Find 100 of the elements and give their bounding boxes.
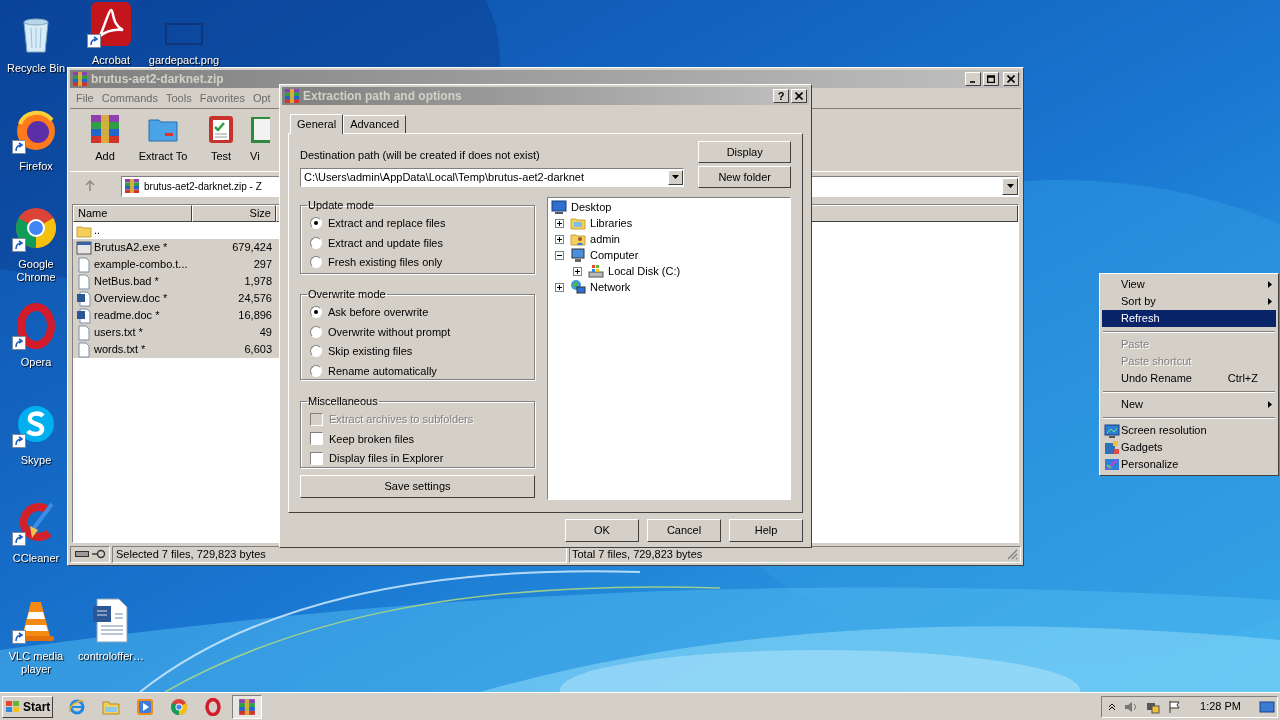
file-size: 1,978 <box>243 274 273 290</box>
dialog-button[interactable]: Cancel <box>647 519 721 542</box>
expand-icon[interactable] <box>555 282 564 292</box>
tree-item[interactable]: Desktop <box>571 198 612 216</box>
menu-item[interactable]: New <box>1102 396 1276 413</box>
group-title: Update mode <box>307 198 376 213</box>
menu-item[interactable]: Favorites <box>195 89 249 107</box>
file-icon <box>76 341 92 358</box>
menu-item[interactable]: Tools <box>162 89 196 107</box>
file-row[interactable]: users.txt * 49 <box>73 324 280 341</box>
option-label: Skip existing files <box>328 344 413 359</box>
dropdown-button[interactable] <box>1002 177 1018 195</box>
save-settings-button[interactable]: Save settings <box>300 475 535 498</box>
path-text: C:\Users\admin\AppData\Local\Temp\brutus-aet2-darknet <box>304 169 585 185</box>
dropdown-arrow-icon <box>672 175 680 179</box>
shortcut-text: Ctrl+Z <box>1227 371 1258 387</box>
tab[interactable]: General <box>290 114 344 134</box>
column-header[interactable]: Size <box>192 205 276 222</box>
menu-item[interactable]: Opt <box>248 89 275 107</box>
menu-item[interactable]: Screen resolution <box>1102 422 1276 439</box>
option-label: Fresh existing files only <box>328 255 443 270</box>
expand-icon[interactable] <box>555 218 564 228</box>
tree-item[interactable]: Libraries <box>590 214 633 232</box>
file-row[interactable]: NetBus.bad * 1,978 <box>73 273 280 290</box>
address-text: brutus-aet2-darknet.zip - Z <box>144 179 262 194</box>
chevron-up-icon[interactable] <box>1108 702 1117 711</box>
menu-item[interactable]: Commands <box>97 89 162 107</box>
column-header[interactable]: Name <box>73 205 192 222</box>
close-button[interactable] <box>1003 72 1019 86</box>
menu-item[interactable]: File <box>72 89 98 107</box>
menu-item[interactable]: Gadgets <box>1102 439 1276 456</box>
desktop-icon <box>551 199 567 215</box>
dialog-button[interactable]: Help <box>729 519 803 542</box>
show-desktop-icon[interactable] <box>1259 699 1275 714</box>
dropdown-button[interactable] <box>668 169 684 185</box>
expand-icon[interactable] <box>573 266 582 276</box>
speaker-icon[interactable] <box>1124 699 1139 714</box>
push-button[interactable]: New folder <box>698 166 791 188</box>
file-row[interactable]: words.txt * 6,603 <box>73 341 280 358</box>
gadgets-icon <box>1103 439 1120 456</box>
radio-button[interactable] <box>310 364 322 377</box>
icon-label: Recycle Bin <box>6 62 66 75</box>
collapse-icon[interactable] <box>555 250 564 260</box>
file-row[interactable]: BrutusA2.exe * 679,424 <box>73 239 280 256</box>
expand-icon[interactable] <box>555 234 564 244</box>
dialog-button[interactable]: OK <box>565 519 639 542</box>
toolbar-button[interactable]: Add <box>76 113 134 165</box>
checkbox[interactable] <box>310 432 323 446</box>
checkbox[interactable] <box>310 451 323 465</box>
shortcut-arrow-icon <box>12 434 26 448</box>
tree-item[interactable]: Network <box>590 278 631 296</box>
minimize-button[interactable] <box>965 72 981 86</box>
taskbar-button[interactable] <box>232 694 262 719</box>
start-button[interactable]: Start <box>2 695 53 718</box>
key-icon <box>91 549 106 559</box>
file-row[interactable]: Overview.doc * 24,576 <box>73 290 280 307</box>
file-name: readme.doc * <box>94 308 160 324</box>
books-icon <box>89 113 121 145</box>
shortcut-arrow-icon <box>12 140 26 154</box>
file-name: users.txt * <box>94 325 143 341</box>
computer-icon <box>570 247 586 263</box>
file-name: Overview.doc * <box>94 291 168 307</box>
menu-item[interactable]: Undo Rename Ctrl+Z <box>1102 370 1276 387</box>
tab[interactable]: Advanced <box>343 115 407 133</box>
close-button[interactable] <box>791 89 807 103</box>
shortcut-arrow-icon <box>87 34 101 48</box>
radio-button[interactable] <box>310 217 322 230</box>
toolbar-button[interactable]: Test <box>192 113 250 165</box>
tree-item[interactable]: Computer <box>590 246 639 264</box>
path-combobox[interactable]: C:\Users\admin\AppData\Local\Temp\brutus-aet2-darknet <box>300 167 685 187</box>
file-row[interactable]: readme.doc * 16,896 <box>73 307 280 324</box>
menu-item[interactable]: Refresh <box>1102 310 1276 327</box>
help-button[interactable]: ? <box>773 89 789 103</box>
toolbar-button[interactable]: Extract To <box>134 113 192 165</box>
tree-item[interactable]: admin <box>590 230 620 248</box>
toolbar-button[interactable]: Vi <box>250 113 274 165</box>
menu-item[interactable]: Personalize <box>1102 456 1276 473</box>
document-icon <box>76 307 92 324</box>
push-button[interactable]: Display <box>698 141 791 163</box>
radio-button[interactable] <box>310 256 322 269</box>
radio-button[interactable] <box>310 306 322 319</box>
icon-label: gardepact.png <box>148 54 220 67</box>
clock[interactable]: 1:28 PM <box>1200 698 1241 715</box>
tree-item[interactable]: Local Disk (C:) <box>608 262 681 280</box>
file-size: 6,603 <box>243 342 273 358</box>
option-label: Ask before overwrite <box>328 305 429 320</box>
user-folder-icon <box>570 231 586 247</box>
radio-button[interactable] <box>310 325 322 338</box>
program-icon <box>76 239 92 256</box>
resize-grip-icon[interactable] <box>1006 548 1018 560</box>
radio-button[interactable] <box>310 345 322 358</box>
icon-label: VLC media player <box>7 650 65 676</box>
maximize-button[interactable] <box>983 72 999 86</box>
file-row[interactable]: example-combo.t... 297 <box>73 256 280 273</box>
icon-label: Firefox <box>19 160 53 173</box>
window-title: brutus-aet2-darknet.zip <box>91 71 224 88</box>
menu-item[interactable]: View <box>1102 276 1276 293</box>
flag-icon[interactable] <box>1168 699 1183 714</box>
radio-button[interactable] <box>310 236 322 249</box>
menu-item[interactable]: Sort by <box>1102 293 1276 310</box>
